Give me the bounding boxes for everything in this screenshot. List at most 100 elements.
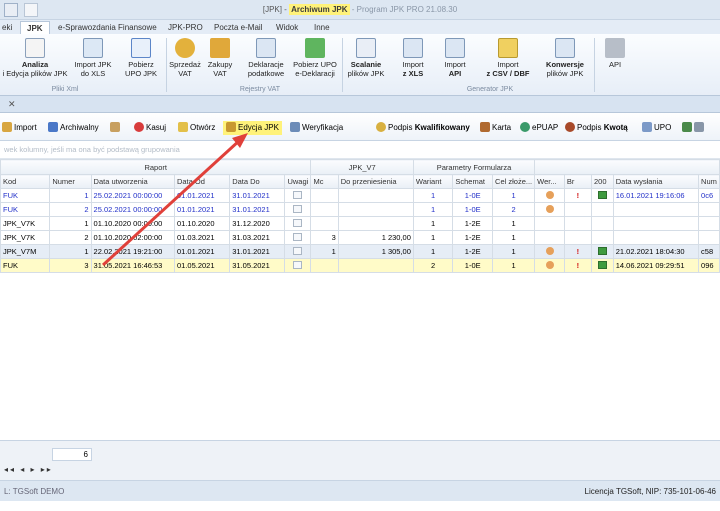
tab-widok[interactable]: Widok: [276, 21, 298, 34]
import-csv-label: Import: [497, 60, 519, 69]
empty-row: [0, 314, 720, 329]
status-bar: L: TGSoft DEMO Licencja TGSoft, NIP: 735…: [0, 480, 720, 501]
table-row[interactable]: JPK_V7K 2 01.10.2020 02:00:00 01.03.2021 31.…: [0, 230, 720, 245]
import-jpk-xls-button[interactable]: Import JPK do XLS: [72, 38, 114, 78]
otworz-button[interactable]: Otwórz: [178, 121, 215, 135]
column-header-data-wyslania[interactable]: Data wysłania: [612, 174, 700, 189]
column-header-cel-zlozenia[interactable]: Cel złoże...: [492, 174, 536, 189]
cell-200: [590, 258, 614, 273]
tab-e-sprawozdania[interactable]: e-Sprawozdania Finansowe: [58, 21, 157, 34]
tab-eki[interactable]: eki: [2, 21, 12, 34]
memo-icon[interactable]: [293, 204, 303, 213]
podpis-kwalifikowany-button[interactable]: Podpis Kwalifikowany: [376, 121, 470, 135]
podpis-kwota-button[interactable]: Podpis Kwotą: [565, 121, 628, 135]
tab-poczta[interactable]: Poczta e-Mail: [214, 21, 262, 34]
scalanie-button[interactable]: Scalanie plików JPK: [346, 38, 386, 78]
cell-data-do: 31.01.2021: [229, 188, 286, 203]
column-header-kod[interactable]: Kod: [0, 174, 51, 189]
sprzedaz-vat-button[interactable]: Sprzedaż VAT: [168, 38, 202, 78]
group-by-panel[interactable]: wek kolumny, jeśli ma ona być podstawą g…: [0, 141, 720, 159]
close-icon[interactable]: ✕: [8, 99, 16, 110]
column-header-data-od[interactable]: Data Od: [173, 174, 231, 189]
hand-icon[interactable]: [545, 190, 554, 199]
pobierz-upo-sub: UPO JPK: [124, 69, 158, 78]
hand-icon[interactable]: [545, 246, 554, 255]
export-icon: [682, 122, 692, 132]
group-label-rejestry-vat: Rejestry VAT: [239, 86, 281, 93]
column-header-data-utworzenia[interactable]: Data utworzenia: [90, 174, 175, 189]
column-header-numer-ref[interactable]: Num: [698, 174, 720, 189]
cell-numer-ref: 096: [698, 258, 720, 273]
column-header-status-200[interactable]: 200: [590, 174, 614, 189]
epuap-button[interactable]: ePUAP: [520, 121, 558, 135]
record-navigator[interactable]: ◂◂ ◂ ▸ ▸▸: [4, 465, 53, 474]
column-header-br[interactable]: Br: [563, 174, 592, 189]
import-xls-label: Import: [402, 60, 424, 69]
cell-data-utworzenia: 01.10.2020 00:00:00: [90, 216, 175, 231]
deklaracje-label: Deklaracje: [248, 60, 284, 69]
card-icon: [480, 122, 490, 132]
upo-button[interactable]: UPO: [642, 121, 671, 135]
table-row[interactable]: FUK 1 25.02.2021 00:00:00 01.01.2021 31.01.2…: [0, 188, 720, 203]
title-highlight: Archiwum JPK: [289, 4, 350, 15]
cell-do-przeniesienia: [337, 188, 414, 203]
table-row[interactable]: FUK 3 31.05.2021 16:46:53 01.05.2021 31.05.2…: [0, 258, 720, 273]
convert-icon: [555, 38, 575, 58]
clipboard-button[interactable]: [110, 121, 122, 135]
memo-icon[interactable]: [293, 246, 303, 255]
pobierz-upo-edeklaracji-button[interactable]: Pobierz UPO e-Deklaracji: [292, 38, 338, 78]
column-header-uwagi[interactable]: Uwagi: [284, 174, 312, 189]
cell-mc: 1: [310, 244, 339, 259]
import-xls-sub: z XLS: [402, 69, 424, 78]
kasuj-label: Kasuj: [146, 123, 167, 132]
zakupy-vat-button[interactable]: Zakupy VAT: [204, 38, 236, 78]
otworz-label: Otwórz: [190, 123, 216, 132]
weryfikacja-button[interactable]: Weryfikacja: [290, 121, 343, 135]
table-row[interactable]: JPK_V7K 1 01.10.2020 00:00:00 01.10.2020 31.…: [0, 216, 720, 231]
memo-icon[interactable]: [293, 232, 303, 241]
cell-data-wyslania: [612, 230, 700, 245]
table-row[interactable]: JPK_V7M 1 22.02.2021 19:21:00 01.01.2021 31.…: [0, 244, 720, 259]
toolbar: Import Archiwalny Kasuj Otwórz Edycja JP…: [0, 113, 720, 141]
table-row[interactable]: FUK 2 25.02.2021 00:00:00 01.01.2021 31.01.2…: [0, 202, 720, 217]
api-button[interactable]: API: [600, 38, 630, 69]
konwersje-button[interactable]: Konwersje plików JPK: [542, 38, 588, 78]
archiwalny-button[interactable]: Archiwalny: [48, 121, 99, 135]
pobierz-upo-jpk-button[interactable]: Pobierz UPO JPK: [120, 38, 162, 78]
cell-do-przeniesienia: 1 305,00: [337, 244, 414, 259]
column-header-data-do[interactable]: Data Do: [229, 174, 286, 189]
import-button[interactable]: Import: [2, 121, 37, 135]
upo-label: UPO: [654, 123, 672, 132]
search-icon: [290, 122, 300, 132]
tab-jpk-pro[interactable]: JPK-PRO: [168, 21, 203, 34]
tab-jpk[interactable]: JPK: [20, 21, 50, 34]
group-header-parametry: Parametry Formularza: [412, 159, 536, 175]
memo-icon[interactable]: [293, 190, 303, 199]
karta-button[interactable]: Karta: [480, 121, 511, 135]
hand-icon[interactable]: [545, 260, 554, 269]
memo-icon[interactable]: [293, 218, 303, 227]
empty-row: [0, 398, 720, 413]
exclamation-icon: !: [576, 247, 580, 256]
hand-icon[interactable]: [545, 204, 554, 213]
import-api-button[interactable]: Import API: [438, 38, 472, 78]
analiza-button[interactable]: Analiza i Edycja plików JPK: [2, 38, 68, 78]
tab-inne[interactable]: Inne: [314, 21, 330, 34]
import-xls-button[interactable]: Import z XLS: [396, 38, 430, 78]
more-button[interactable]: [682, 121, 706, 135]
grid-footer: 6 ◂◂ ◂ ▸ ▸▸ L: TGSoft DEMO Licencja TGSo…: [0, 440, 720, 501]
column-header-do-przeniesienia[interactable]: Do przeniesienia: [337, 174, 414, 189]
edycja-jpk-button[interactable]: Edycja JPK: [223, 121, 282, 135]
column-header-weryfikacja[interactable]: Wer...: [534, 174, 565, 189]
cell-uwagi: [284, 188, 312, 203]
column-header-numer[interactable]: Numer: [49, 174, 92, 189]
column-header-wariant[interactable]: Wariant: [412, 174, 454, 189]
cell-data-do: 31.12.2020: [229, 216, 286, 231]
kasuj-button[interactable]: Kasuj: [134, 121, 166, 135]
import-csv-button[interactable]: Import z CSV / DBF: [480, 38, 536, 78]
column-header-schemat[interactable]: Schemat: [452, 174, 494, 189]
deklaracje-button[interactable]: Deklaracje podatkowe: [242, 38, 290, 78]
column-header-mc[interactable]: Mc: [310, 174, 339, 189]
memo-icon[interactable]: [293, 260, 303, 269]
cell-numer: 1: [49, 216, 92, 231]
